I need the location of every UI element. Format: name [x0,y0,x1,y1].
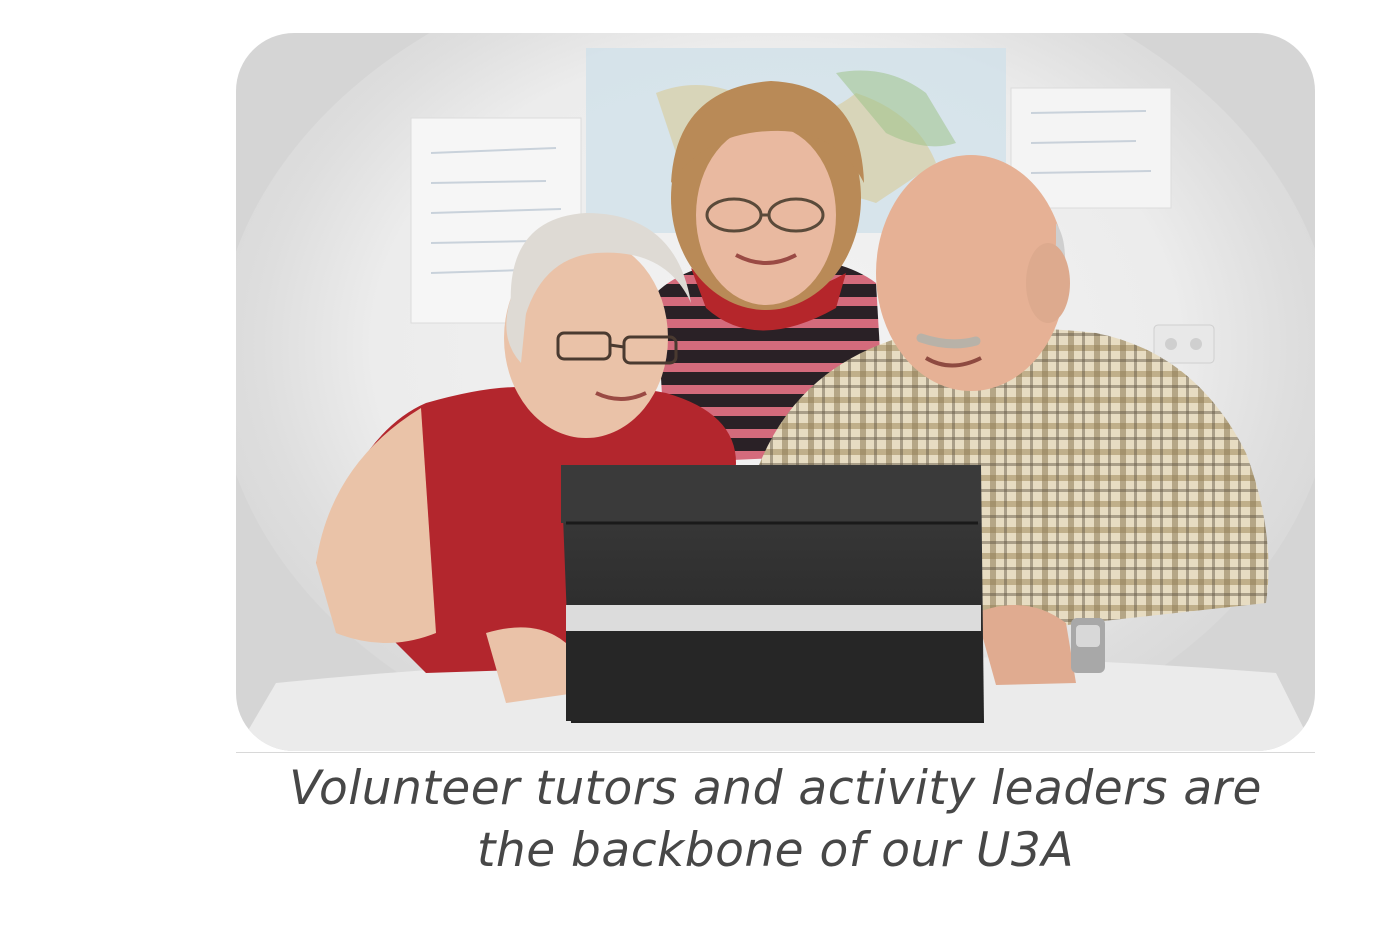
caption-line-2: the backbone of our U3A [476,823,1074,878]
hero-photo [236,33,1315,751]
photo-caption: Volunteer tutors and activity leaders ar… [236,758,1315,882]
page: Volunteer tutors and activity leaders ar… [0,0,1400,933]
hero-photo-illustration [236,33,1315,751]
caption-divider [236,752,1315,753]
caption-line-1: Volunteer tutors and activity leaders ar… [289,761,1262,816]
